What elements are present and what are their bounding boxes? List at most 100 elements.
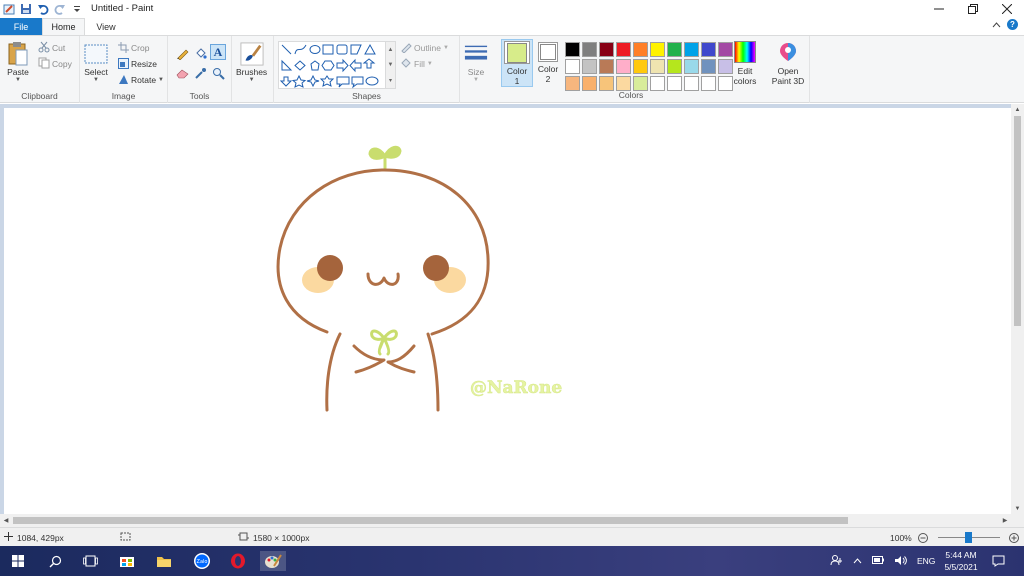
search-icon[interactable] — [42, 551, 68, 571]
open-paint3d-button[interactable]: Open Paint 3D — [768, 41, 808, 86]
restore-button[interactable] — [956, 0, 990, 18]
paste-button[interactable]: Paste ▼ — [6, 41, 30, 83]
opera-icon[interactable] — [225, 551, 251, 571]
scroll-left-arrow-icon[interactable]: ◀ — [0, 514, 12, 527]
color2-button[interactable]: Color 2 — [535, 42, 561, 84]
resize-button[interactable]: Resize — [118, 57, 157, 71]
battery-icon[interactable] — [872, 556, 884, 566]
scroll-corner — [1011, 514, 1024, 527]
outline-button[interactable]: Outline ▼ — [400, 41, 449, 55]
volume-icon[interactable] — [894, 555, 907, 568]
palette-swatch[interactable] — [599, 42, 614, 57]
eraser-icon[interactable] — [174, 65, 190, 81]
palette-swatch[interactable] — [667, 76, 682, 91]
brushes-group: Brushes ▼ — [232, 36, 274, 103]
palette-swatch[interactable] — [582, 59, 597, 74]
palette-swatch[interactable] — [667, 42, 682, 57]
palette-swatch[interactable] — [565, 42, 580, 57]
language-indicator[interactable]: ENG — [917, 556, 935, 566]
palette-swatch[interactable] — [582, 42, 597, 57]
palette-swatch[interactable] — [684, 42, 699, 57]
task-view-icon[interactable] — [77, 551, 103, 571]
palette-swatch[interactable] — [650, 59, 665, 74]
help-icon[interactable]: ? — [1007, 19, 1018, 30]
paint-taskbar-icon[interactable] — [260, 551, 286, 571]
palette-swatch[interactable] — [633, 59, 648, 74]
zalo-icon[interactable]: Zalo — [189, 551, 215, 571]
scroll-down-icon[interactable]: ▼ — [388, 62, 394, 68]
tab-home[interactable]: Home — [42, 18, 85, 35]
palette-swatch[interactable] — [599, 59, 614, 74]
palette-swatch[interactable] — [616, 42, 631, 57]
select-button[interactable]: Select ▼ — [84, 41, 108, 83]
rotate-button[interactable]: Rotate ▼ — [118, 73, 164, 87]
windows-start-icon[interactable] — [5, 551, 31, 571]
zoom-in-button[interactable] — [1009, 531, 1019, 544]
palette-swatch[interactable] — [701, 42, 716, 57]
crop-button[interactable]: Crop — [118, 41, 149, 55]
shapes-gallery-scroll[interactable]: ▲ ▼ ▾ — [386, 41, 396, 89]
color-picker-icon[interactable] — [192, 65, 208, 81]
palette-swatch[interactable] — [582, 76, 597, 91]
palette-swatch[interactable] — [650, 76, 665, 91]
palette-swatch[interactable] — [599, 76, 614, 91]
cut-button[interactable]: Cut — [38, 41, 65, 55]
palette-swatch[interactable] — [565, 59, 580, 74]
zoom-slider-thumb[interactable] — [965, 532, 972, 543]
palette-swatch[interactable] — [684, 76, 699, 91]
fill-button[interactable]: Fill ▼ — [400, 57, 433, 71]
color1-label-line2: 1 — [514, 76, 520, 86]
palette-swatch[interactable] — [633, 42, 648, 57]
horizontal-scroll-thumb[interactable] — [13, 517, 848, 524]
drawing-canvas[interactable]: @NaRone — [4, 108, 1011, 515]
vertical-scroll-thumb[interactable] — [1014, 116, 1021, 326]
pencil-icon[interactable] — [174, 45, 190, 61]
color1-button[interactable]: Color 1 — [501, 39, 533, 87]
resize-label: Resize — [131, 59, 157, 69]
tab-view[interactable]: View — [85, 18, 127, 35]
vertical-scrollbar[interactable]: ▲ ▼ — [1011, 104, 1024, 514]
clock[interactable]: 5:44 AM 5/5/2021 — [940, 546, 982, 576]
text-tool-icon[interactable]: A — [210, 44, 226, 60]
palette-swatch[interactable] — [667, 59, 682, 74]
crop-icon — [118, 41, 129, 55]
palette-swatch[interactable] — [701, 76, 716, 91]
horizontal-scrollbar[interactable]: ◀ ▶ — [0, 514, 1011, 527]
palette-swatch[interactable] — [684, 59, 699, 74]
paint-app-icon[interactable] — [2, 2, 16, 16]
zoom-out-icon — [918, 532, 928, 543]
size-button[interactable]: Size ▼ — [464, 41, 488, 83]
edit-colors-button[interactable]: Edit colors — [730, 41, 760, 86]
window-title: Untitled - Paint — [91, 3, 154, 14]
palette-swatch[interactable] — [616, 76, 631, 91]
color2-swatch — [540, 44, 556, 60]
palette-swatch[interactable] — [565, 76, 580, 91]
customize-toolbar-icon[interactable] — [70, 2, 84, 16]
redo-icon[interactable] — [53, 2, 67, 16]
tab-file[interactable]: File — [0, 18, 42, 35]
scroll-up-arrow-icon[interactable]: ▲ — [1011, 104, 1024, 115]
minimize-button[interactable] — [922, 0, 956, 18]
store-icon[interactable] — [114, 551, 140, 571]
gallery-more-icon[interactable]: ▾ — [389, 77, 392, 84]
close-button[interactable] — [990, 0, 1024, 18]
notifications-icon[interactable] — [992, 546, 1005, 576]
scroll-down-arrow-icon[interactable]: ▼ — [1011, 503, 1024, 514]
show-hidden-icons-icon[interactable] — [853, 556, 862, 566]
scroll-right-arrow-icon[interactable]: ▶ — [999, 514, 1011, 527]
copy-button[interactable]: Copy — [38, 57, 72, 71]
palette-swatch[interactable] — [616, 59, 631, 74]
collapse-ribbon-icon[interactable] — [992, 20, 1001, 30]
zoom-out-button[interactable] — [918, 531, 928, 544]
brushes-button[interactable]: Brushes ▼ — [236, 41, 267, 83]
palette-swatch[interactable] — [701, 59, 716, 74]
people-icon[interactable] — [830, 554, 843, 568]
scroll-up-icon[interactable]: ▲ — [388, 47, 394, 53]
magnifier-icon[interactable] — [210, 65, 226, 81]
save-icon[interactable] — [19, 2, 33, 16]
undo-icon[interactable] — [36, 2, 50, 16]
palette-swatch[interactable] — [633, 76, 648, 91]
file-explorer-icon[interactable] — [151, 551, 177, 571]
fill-bucket-icon[interactable] — [192, 45, 208, 61]
palette-swatch[interactable] — [650, 42, 665, 57]
